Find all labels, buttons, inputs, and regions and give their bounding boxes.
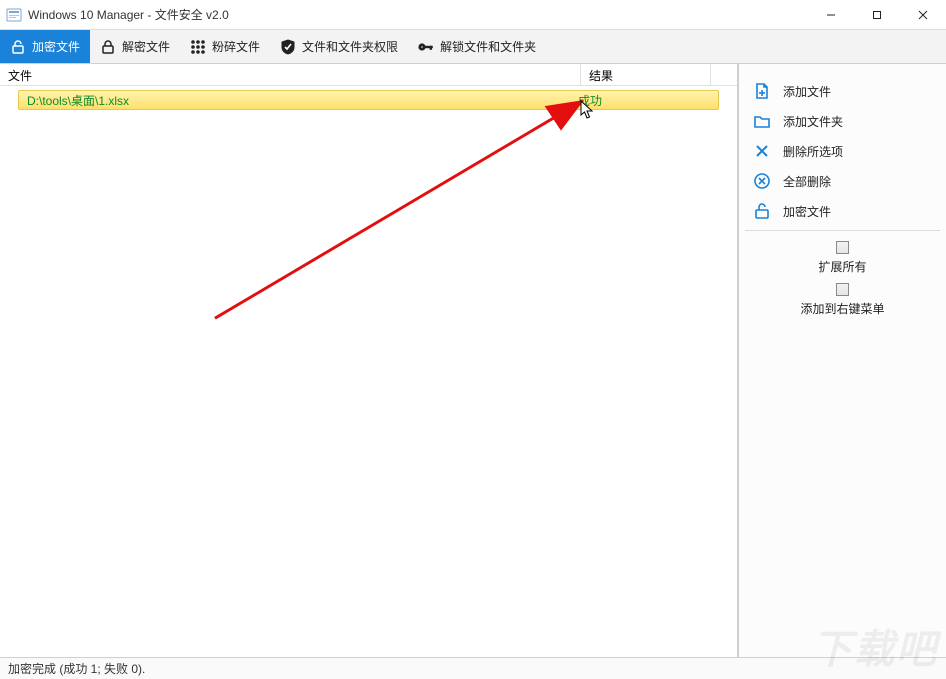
tab-label: 加密文件	[32, 38, 80, 55]
tab-permissions[interactable]: 文件和文件夹权限	[270, 30, 408, 63]
side-panel: 添加文件 添加文件夹 删除所选项 全部删除 加密文件	[738, 64, 946, 657]
list-body[interactable]: D:\tools\桌面\1.xlsx 成功	[0, 86, 737, 657]
side-encrypt[interactable]: 加密文件	[739, 196, 946, 226]
checkbox-icon[interactable]	[836, 241, 849, 254]
x-icon	[753, 142, 771, 160]
side-add-file[interactable]: 添加文件	[739, 76, 946, 106]
check-context-menu[interactable]: 添加到右键菜单	[739, 279, 946, 321]
window-title: Windows 10 Manager - 文件安全 v2.0	[28, 6, 808, 23]
tab-label: 粉碎文件	[212, 38, 260, 55]
check-expand-all[interactable]: 扩展所有	[739, 237, 946, 279]
tab-unlock[interactable]: 解锁文件和文件夹	[408, 30, 546, 63]
lock-icon	[100, 39, 116, 55]
side-remove-selected[interactable]: 删除所选项	[739, 136, 946, 166]
check-label: 扩展所有	[818, 258, 866, 275]
file-list-panel: 文件 结果 D:\tools\桌面\1.xlsx 成功	[0, 64, 738, 657]
check-label: 添加到右键菜单	[800, 300, 884, 317]
side-item-label: 添加文件	[783, 83, 831, 100]
cell-result: 成功	[570, 92, 718, 109]
column-file[interactable]: 文件	[0, 64, 581, 85]
main-area: 文件 结果 D:\tools\桌面\1.xlsx 成功	[0, 64, 946, 657]
statusbar: 加密完成 (成功 1; 失败 0).	[0, 657, 946, 679]
cell-file: D:\tools\桌面\1.xlsx	[19, 92, 570, 109]
annotation-arrow	[0, 86, 737, 657]
list-header: 文件 结果	[0, 64, 737, 86]
side-remove-all[interactable]: 全部删除	[739, 166, 946, 196]
x-circle-icon	[753, 172, 771, 190]
lock-open-icon	[10, 39, 26, 55]
side-item-label: 删除所选项	[783, 143, 843, 160]
side-item-label: 加密文件	[783, 203, 831, 220]
shield-check-icon	[280, 39, 296, 55]
side-add-folder[interactable]: 添加文件夹	[739, 106, 946, 136]
side-item-label: 全部删除	[783, 173, 831, 190]
checkbox-icon[interactable]	[836, 283, 849, 296]
minimize-button[interactable]	[808, 0, 854, 29]
lock-open-icon	[753, 202, 771, 220]
maximize-button[interactable]	[854, 0, 900, 29]
tab-decrypt[interactable]: 解密文件	[90, 30, 180, 63]
table-row[interactable]: D:\tools\桌面\1.xlsx 成功	[18, 90, 719, 110]
titlebar: Windows 10 Manager - 文件安全 v2.0	[0, 0, 946, 30]
tab-label: 解密文件	[122, 38, 170, 55]
side-item-label: 添加文件夹	[783, 113, 843, 130]
status-text: 加密完成 (成功 1; 失败 0).	[8, 660, 145, 677]
column-end	[711, 64, 737, 85]
grid-icon	[190, 39, 206, 55]
divider	[745, 230, 940, 231]
tab-label: 解锁文件和文件夹	[440, 38, 536, 55]
folder-icon	[753, 112, 771, 130]
close-button[interactable]	[900, 0, 946, 29]
file-plus-icon	[753, 82, 771, 100]
key-icon	[418, 39, 434, 55]
window-controls	[808, 0, 946, 29]
toolbar: 加密文件 解密文件 粉碎文件 文件和文件夹权限 解锁文件和文件夹	[0, 30, 946, 64]
column-result[interactable]: 结果	[581, 64, 711, 85]
tab-encrypt[interactable]: 加密文件	[0, 30, 90, 63]
tab-label: 文件和文件夹权限	[302, 38, 398, 55]
tab-shred[interactable]: 粉碎文件	[180, 30, 270, 63]
app-icon	[6, 7, 22, 23]
